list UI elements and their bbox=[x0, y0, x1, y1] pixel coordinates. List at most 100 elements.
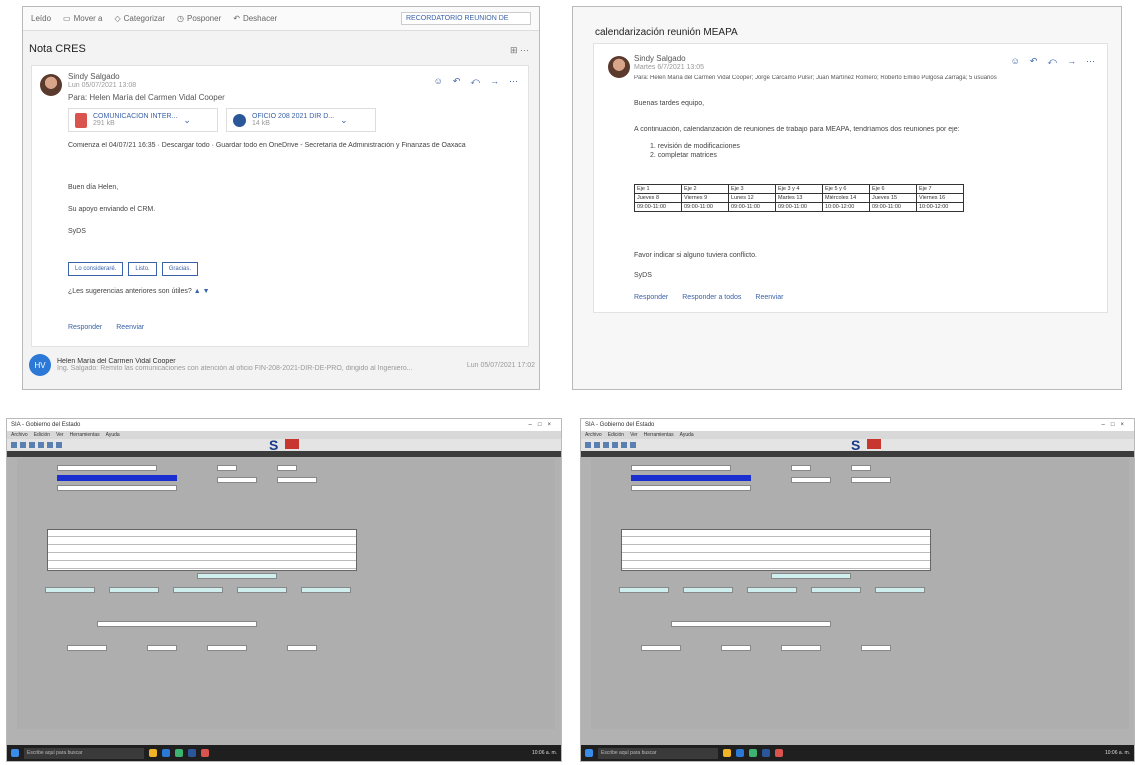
toolbar-button[interactable] bbox=[594, 442, 600, 448]
form-field[interactable] bbox=[277, 477, 317, 483]
toolbar-button[interactable] bbox=[29, 442, 35, 448]
menu-item[interactable]: Archivo bbox=[11, 432, 28, 438]
toolbar-button[interactable] bbox=[621, 442, 627, 448]
form-field[interactable] bbox=[217, 477, 257, 483]
move-to-button[interactable]: ▭ Mover a bbox=[63, 14, 102, 23]
emoji-icon[interactable]: ☺ bbox=[1011, 56, 1020, 67]
word-icon[interactable] bbox=[188, 749, 196, 757]
toolbar-button[interactable] bbox=[38, 442, 44, 448]
form-field[interactable] bbox=[287, 645, 317, 651]
window-controls[interactable]: –□× bbox=[1102, 422, 1130, 428]
reply-link[interactable]: Responder bbox=[634, 294, 668, 301]
form-field[interactable] bbox=[781, 645, 821, 651]
search-box[interactable]: RECORDATORIO REUNION DE bbox=[401, 12, 531, 25]
selected-field[interactable] bbox=[631, 475, 751, 481]
data-grid[interactable] bbox=[621, 529, 931, 571]
reply-link[interactable]: Responder bbox=[68, 324, 102, 331]
excel-icon[interactable] bbox=[175, 749, 183, 757]
reply-all-link[interactable]: Responder a todos bbox=[682, 294, 741, 301]
folder-icon: ▭ bbox=[63, 14, 71, 23]
menu-item[interactable]: Ayuda bbox=[106, 432, 120, 438]
toolbar-button[interactable] bbox=[585, 442, 591, 448]
form-field[interactable] bbox=[791, 465, 811, 471]
chevron-down-icon[interactable]: ⌄ bbox=[340, 115, 348, 126]
form-field[interactable] bbox=[631, 485, 751, 491]
form-field[interactable] bbox=[851, 465, 871, 471]
forward-link[interactable]: Reenviar bbox=[755, 294, 783, 301]
reply-icon[interactable]: ↶ bbox=[1030, 56, 1038, 67]
form-field[interactable] bbox=[277, 465, 297, 471]
mail-icon[interactable] bbox=[162, 749, 170, 757]
chevron-down-icon[interactable]: ⌄ bbox=[183, 115, 191, 126]
menu-item[interactable]: Ver bbox=[630, 432, 638, 438]
menu-item[interactable]: Archivo bbox=[585, 432, 602, 438]
taskbar-search[interactable]: Escribe aquí para buscar bbox=[24, 747, 144, 759]
toolbar-button[interactable] bbox=[56, 442, 62, 448]
more-icon[interactable]: ⋯ bbox=[509, 76, 518, 87]
app-icon[interactable] bbox=[775, 749, 783, 757]
subject-tools[interactable]: ⊞ ⋯ bbox=[510, 45, 529, 56]
form-field[interactable] bbox=[217, 465, 237, 471]
more-icon[interactable]: ⋯ bbox=[520, 45, 529, 55]
taskbar-search[interactable]: Escribe aquí para buscar bbox=[598, 747, 718, 759]
excel-icon[interactable] bbox=[749, 749, 757, 757]
menu-item[interactable]: Herramientas bbox=[644, 432, 674, 438]
form-field[interactable] bbox=[57, 465, 157, 471]
form-field[interactable] bbox=[207, 645, 247, 651]
toolbar-button[interactable] bbox=[630, 442, 636, 448]
observations-field[interactable] bbox=[671, 621, 831, 627]
folder-icon[interactable] bbox=[723, 749, 731, 757]
toolbar-button[interactable] bbox=[603, 442, 609, 448]
start-icon[interactable] bbox=[585, 749, 593, 757]
suggested-reply-3[interactable]: Gracias. bbox=[161, 262, 199, 276]
menu-item[interactable]: Ayuda bbox=[680, 432, 694, 438]
form-field[interactable] bbox=[57, 485, 177, 491]
suggested-reply-1[interactable]: Lo consideraré. bbox=[68, 262, 124, 276]
undo-button[interactable]: ↶ Deshacer bbox=[233, 14, 277, 23]
form-field[interactable] bbox=[851, 477, 891, 483]
data-grid[interactable] bbox=[47, 529, 357, 571]
toolbar-button[interactable] bbox=[612, 442, 618, 448]
form-field[interactable] bbox=[721, 645, 751, 651]
mail-icon[interactable] bbox=[736, 749, 744, 757]
categorize-button[interactable]: ◇ Categorizar bbox=[115, 14, 166, 23]
folder-icon[interactable] bbox=[149, 749, 157, 757]
emoji-icon[interactable]: ☺ bbox=[434, 76, 443, 87]
word-icon[interactable] bbox=[762, 749, 770, 757]
forward-link[interactable]: Reenviar bbox=[116, 324, 144, 331]
attachment-1[interactable]: COMUNICACION INTER... 291 kB ⌄ bbox=[68, 108, 218, 132]
zoom-icon[interactable]: ⊞ bbox=[510, 45, 518, 55]
menu-item[interactable]: Edición bbox=[34, 432, 50, 438]
forward-icon[interactable]: → bbox=[1067, 56, 1076, 67]
thumbs-down-icon[interactable]: ▼ bbox=[203, 288, 210, 295]
attachment-2[interactable]: OFICIO 208 2021 DIR D... 14 kB ⌄ bbox=[226, 108, 376, 132]
forward-icon[interactable]: → bbox=[490, 76, 499, 87]
toolbar-button[interactable] bbox=[20, 442, 26, 448]
reply-icon[interactable]: ↶ bbox=[453, 76, 461, 87]
window-controls[interactable]: –□× bbox=[529, 422, 557, 428]
menu-item[interactable]: Ver bbox=[56, 432, 64, 438]
form-field[interactable] bbox=[791, 477, 831, 483]
observations-field[interactable] bbox=[97, 621, 257, 627]
form-field[interactable] bbox=[631, 465, 731, 471]
form-field[interactable] bbox=[861, 645, 891, 651]
reply-all-icon[interactable]: ⤺ bbox=[470, 76, 480, 87]
app-icon[interactable] bbox=[201, 749, 209, 757]
mark-read-button[interactable]: Leído bbox=[31, 14, 51, 23]
thumbs-up-icon[interactable]: ▲ bbox=[194, 288, 201, 295]
start-icon[interactable] bbox=[11, 749, 19, 757]
more-icon[interactable]: ⋯ bbox=[1086, 56, 1095, 67]
reply-all-icon[interactable]: ⤺ bbox=[1047, 56, 1057, 67]
form-field[interactable] bbox=[67, 645, 107, 651]
snooze-button[interactable]: ◷ Posponer bbox=[177, 14, 221, 23]
toolbar-button[interactable] bbox=[11, 442, 17, 448]
suggested-reply-2[interactable]: Listo. bbox=[128, 262, 157, 276]
attachment-links[interactable]: Comienza el 04/07/21 16:35 · Descargar t… bbox=[68, 142, 518, 149]
menu-item[interactable]: Edición bbox=[608, 432, 624, 438]
toolbar-button[interactable] bbox=[47, 442, 53, 448]
selected-field[interactable] bbox=[57, 475, 177, 481]
form-field[interactable] bbox=[147, 645, 177, 651]
next-message-preview[interactable]: HV Helen María del Carmen Vidal Cooper I… bbox=[29, 347, 535, 383]
form-field[interactable] bbox=[641, 645, 681, 651]
menu-item[interactable]: Herramientas bbox=[70, 432, 100, 438]
